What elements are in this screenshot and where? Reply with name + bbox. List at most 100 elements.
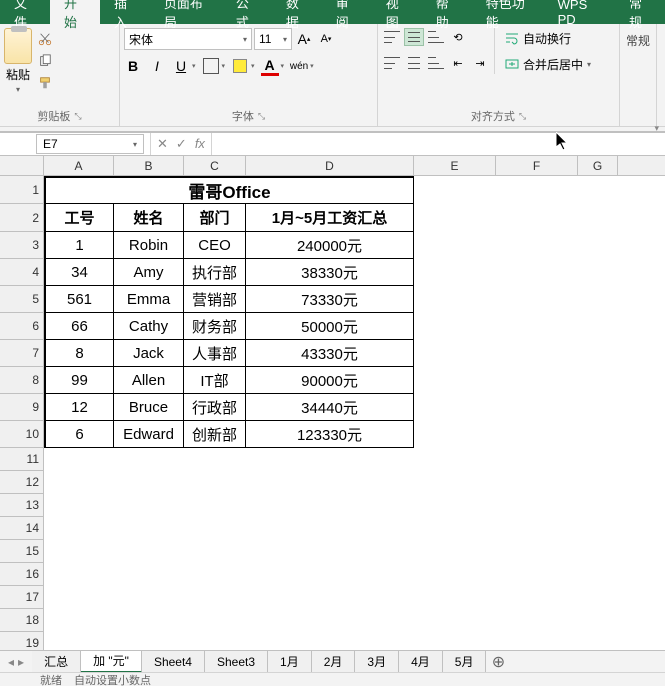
format-painter-icon[interactable] bbox=[36, 74, 54, 92]
row-header-10[interactable]: 10 bbox=[0, 421, 44, 448]
cell-header-3[interactable]: 1月~5月工资汇总 bbox=[246, 204, 414, 232]
row-header-6[interactable]: 6 bbox=[0, 313, 44, 340]
select-all-corner[interactable] bbox=[0, 156, 44, 175]
align-bottom-button[interactable] bbox=[426, 28, 446, 46]
menu-页面布局[interactable]: 页面布局 bbox=[150, 0, 222, 24]
add-sheet-button[interactable]: ⊕ bbox=[486, 652, 510, 672]
border-button[interactable] bbox=[202, 56, 220, 76]
paste-icon[interactable] bbox=[4, 28, 32, 64]
col-header-A[interactable]: A bbox=[44, 156, 114, 175]
cell-r9-c0[interactable]: 12 bbox=[44, 394, 114, 421]
align-middle-button[interactable] bbox=[404, 28, 424, 46]
menu-帮助[interactable]: 帮助 bbox=[422, 0, 472, 24]
sheet-tab-1[interactable]: 加 "元" bbox=[81, 651, 142, 673]
cell-r8-c0[interactable]: 99 bbox=[44, 367, 114, 394]
row-header-11[interactable]: 11 bbox=[0, 448, 44, 471]
cell-r4-c1[interactable]: Amy bbox=[114, 259, 184, 286]
paste-label[interactable]: 粘贴 bbox=[6, 66, 30, 83]
fx-icon[interactable]: fx bbox=[195, 136, 205, 152]
row-header-1[interactable]: 1 bbox=[0, 176, 44, 204]
bold-button[interactable]: B bbox=[124, 56, 142, 76]
row-header-14[interactable]: 14 bbox=[0, 517, 44, 540]
cell-r6-c3[interactable]: 50000元 bbox=[246, 313, 414, 340]
dialog-launcher-icon[interactable]: ⤡ bbox=[74, 111, 81, 122]
menu-插入[interactable]: 插入 bbox=[100, 0, 150, 24]
font-name-select[interactable]: 宋体▾ bbox=[124, 28, 252, 50]
align-top-button[interactable] bbox=[382, 28, 402, 46]
cell-r7-c1[interactable]: Jack bbox=[114, 340, 184, 367]
cell-r4-c0[interactable]: 34 bbox=[44, 259, 114, 286]
cell-r3-c2[interactable]: CEO bbox=[184, 232, 246, 259]
sheet-tab-6[interactable]: 3月 bbox=[355, 651, 399, 673]
row-header-4[interactable]: 4 bbox=[0, 259, 44, 286]
cell-header-0[interactable]: 工号 bbox=[44, 204, 114, 232]
fill-color-button[interactable] bbox=[231, 56, 249, 76]
row-header-2[interactable]: 2 bbox=[0, 204, 44, 232]
sheet-tab-4[interactable]: 1月 bbox=[268, 651, 312, 673]
cell-r7-c2[interactable]: 人事部 bbox=[184, 340, 246, 367]
chevron-down-icon[interactable]: ▾ bbox=[192, 62, 196, 70]
row-header-7[interactable]: 7 bbox=[0, 340, 44, 367]
italic-button[interactable]: I bbox=[148, 56, 166, 76]
row-header-5[interactable]: 5 bbox=[0, 286, 44, 313]
cell-r5-c3[interactable]: 73330元 bbox=[246, 286, 414, 313]
cell-header-2[interactable]: 部门 bbox=[184, 204, 246, 232]
merge-center-button[interactable]: 合并后居中▾ bbox=[501, 54, 595, 74]
row-header-3[interactable]: 3 bbox=[0, 232, 44, 259]
copy-icon[interactable] bbox=[36, 52, 54, 70]
cell-r5-c2[interactable]: 营销部 bbox=[184, 286, 246, 313]
menu-审阅[interactable]: 审阅 bbox=[322, 0, 372, 24]
chevron-down-icon[interactable]: ▾ bbox=[281, 62, 285, 70]
spreadsheet-grid[interactable]: ABCDEFG 1234567891011121314151617181920 … bbox=[0, 156, 665, 667]
align-right-button[interactable] bbox=[426, 54, 446, 72]
menu-数据[interactable]: 数据 bbox=[272, 0, 322, 24]
cell-r5-c1[interactable]: Emma bbox=[114, 286, 184, 313]
wrap-text-button[interactable]: 自动换行 bbox=[501, 28, 595, 48]
menu-WPS PD[interactable]: WPS PD bbox=[544, 0, 615, 24]
row-header-15[interactable]: 15 bbox=[0, 540, 44, 563]
row-header-13[interactable]: 13 bbox=[0, 494, 44, 517]
cell-r9-c3[interactable]: 34440元 bbox=[246, 394, 414, 421]
dialog-launcher-icon[interactable]: ⤡ bbox=[258, 111, 265, 122]
cell-r3-c0[interactable]: 1 bbox=[44, 232, 114, 259]
ribbon-collapse-button[interactable] bbox=[0, 127, 665, 132]
cell-r8-c1[interactable]: Allen bbox=[114, 367, 184, 394]
chevron-down-icon[interactable]: ▾ bbox=[310, 62, 314, 70]
increase-font-button[interactable]: A▴ bbox=[294, 28, 314, 50]
menu-开始[interactable]: 开始 bbox=[50, 0, 100, 24]
formula-input[interactable] bbox=[218, 134, 665, 154]
col-header-G[interactable]: G bbox=[578, 156, 618, 175]
cell-r9-c2[interactable]: 行政部 bbox=[184, 394, 246, 421]
cell-r10-c0[interactable]: 6 bbox=[44, 421, 114, 448]
cell-r9-c1[interactable]: Bruce bbox=[114, 394, 184, 421]
row-header-17[interactable]: 17 bbox=[0, 586, 44, 609]
cell-r3-c1[interactable]: Robin bbox=[114, 232, 184, 259]
name-box[interactable]: E7▾ bbox=[36, 134, 144, 154]
sheet-tab-8[interactable]: 5月 bbox=[443, 651, 487, 673]
font-size-select[interactable]: 11▾ bbox=[254, 28, 292, 50]
row-header-18[interactable]: 18 bbox=[0, 609, 44, 632]
cell-r6-c0[interactable]: 66 bbox=[44, 313, 114, 340]
sheet-tab-0[interactable]: 汇总 bbox=[32, 651, 81, 673]
align-left-button[interactable] bbox=[382, 54, 402, 72]
decrease-font-button[interactable]: A▾ bbox=[316, 28, 336, 50]
cell-r4-c2[interactable]: 执行部 bbox=[184, 259, 246, 286]
cell-r6-c2[interactable]: 财务部 bbox=[184, 313, 246, 340]
cell-r7-c0[interactable]: 8 bbox=[44, 340, 114, 367]
menu-文件[interactable]: 文件 bbox=[0, 0, 50, 24]
row-header-12[interactable]: 12 bbox=[0, 471, 44, 494]
cell-r10-c2[interactable]: 创新部 bbox=[184, 421, 246, 448]
cell-r3-c3[interactable]: 240000元 bbox=[246, 232, 414, 259]
row-header-9[interactable]: 9 bbox=[0, 394, 44, 421]
cut-icon[interactable] bbox=[36, 30, 54, 48]
cell-r4-c3[interactable]: 38330元 bbox=[246, 259, 414, 286]
col-header-B[interactable]: B bbox=[114, 156, 184, 175]
confirm-formula-icon[interactable]: ✓ bbox=[176, 136, 187, 152]
cell-title[interactable]: 雷哥Office bbox=[44, 176, 414, 204]
align-center-button[interactable] bbox=[404, 54, 424, 72]
chevron-down-icon[interactable]: ▾ bbox=[16, 85, 20, 94]
sheet-tab-5[interactable]: 2月 bbox=[312, 651, 356, 673]
menu-常规[interactable]: 常规 bbox=[615, 0, 665, 24]
menu-特色功能[interactable]: 特色功能 bbox=[472, 0, 544, 24]
cell-r10-c3[interactable]: 123330元 bbox=[246, 421, 414, 448]
